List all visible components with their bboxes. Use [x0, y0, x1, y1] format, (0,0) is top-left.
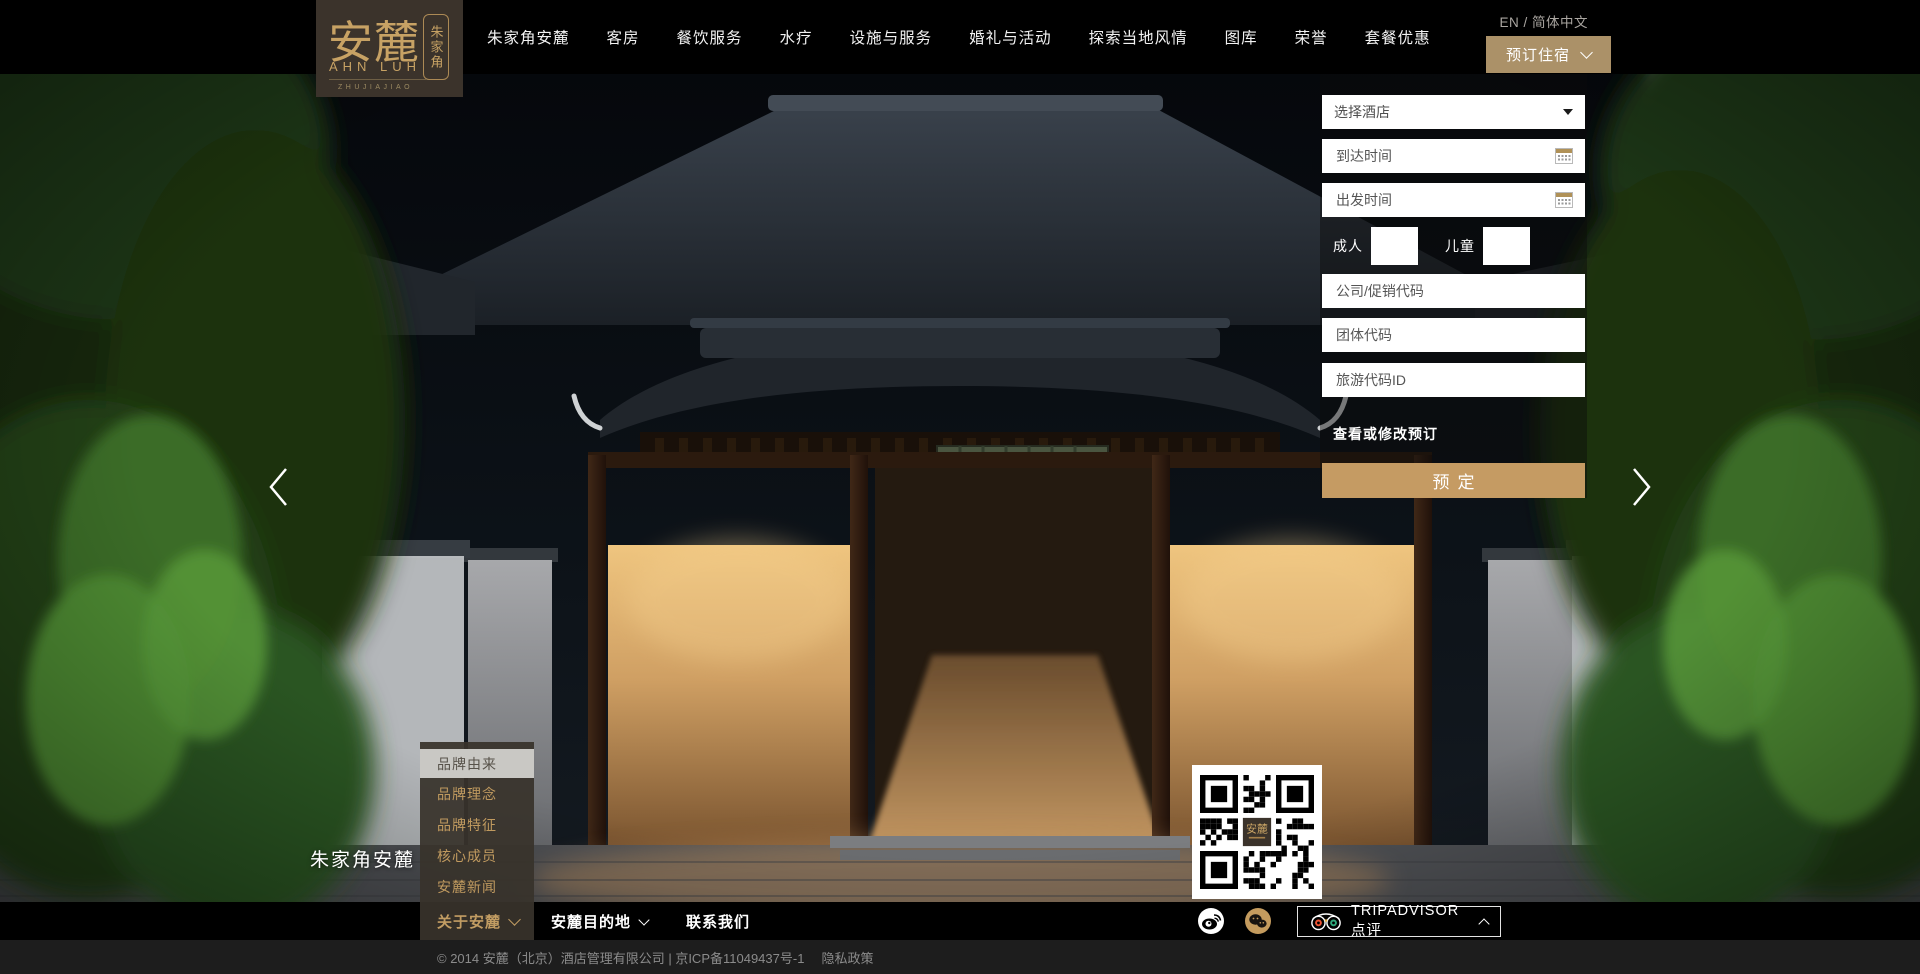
arrival-date-field[interactable]: [1322, 139, 1585, 173]
about-dropdown-menu: 品牌由来 品牌理念 品牌特征 核心成员 安麓新闻 关于安麓: [420, 742, 534, 940]
children-label: 儿童: [1445, 236, 1475, 256]
adults-label: 成人: [1333, 236, 1363, 256]
wechat-icon[interactable]: [1245, 908, 1271, 934]
menu-item-brand-features[interactable]: 品牌特征: [420, 809, 534, 840]
children-input[interactable]: [1483, 227, 1530, 265]
booking-panel: 选择酒店 成人 儿童: [1320, 74, 1587, 498]
hotel-select[interactable]: 选择酒店: [1322, 95, 1585, 129]
carousel-next-button[interactable]: [1630, 466, 1654, 508]
nav-item-weddings[interactable]: 婚礼与活动: [969, 26, 1052, 48]
modify-reservation-link[interactable]: 查看或修改预订: [1333, 424, 1438, 444]
group-code-input[interactable]: [1334, 326, 1573, 344]
logo-zhujiajiao-seal: 朱家角: [423, 14, 449, 80]
bottom-nav-contact[interactable]: 联系我们: [686, 902, 750, 940]
language-switcher[interactable]: EN / 简体中文: [1499, 11, 1588, 31]
chevron-down-icon: [508, 913, 521, 926]
footer-bar: © 2014 安麓（北京）酒店管理有限公司 | 京ICP备11049437号-1…: [0, 940, 1920, 974]
group-code-field[interactable]: [1322, 318, 1585, 352]
bottom-nav-destinations[interactable]: 安麓目的地: [551, 902, 648, 940]
travel-id-field[interactable]: [1322, 363, 1585, 397]
nav-item-awards[interactable]: 荣誉: [1295, 26, 1328, 48]
calendar-icon[interactable]: [1555, 148, 1573, 164]
tripadvisor-button[interactable]: TRIPADVISOR 点评: [1297, 906, 1501, 937]
logo-divider: [329, 79, 427, 80]
ahn-luh-logo[interactable]: 安麓 朱家角 AHN LUH ZHUJIAJIAO: [316, 0, 463, 97]
reserve-button[interactable]: 预定: [1322, 463, 1585, 498]
nav-item-hotel[interactable]: 朱家角安麓: [487, 26, 570, 48]
departure-date-input[interactable]: [1334, 191, 1555, 209]
chevron-up-icon: [1478, 918, 1489, 929]
privacy-policy-link[interactable]: 隐私政策: [821, 948, 873, 967]
logo-subtitle: ZHUJIAJIAO: [338, 84, 413, 91]
hotel-select-value: 选择酒店: [1334, 102, 1563, 122]
main-nav: 朱家角安麓 客房 餐饮服务 水疗 设施与服务 婚礼与活动 探索当地风情 图库 荣…: [487, 0, 1431, 74]
copyright-text: © 2014 安麓（北京）酒店管理有限公司 | 京ICP备11049437号-1: [437, 948, 804, 967]
bottom-nav-about[interactable]: 关于安麓: [420, 902, 534, 940]
chevron-down-icon: [1580, 46, 1593, 59]
chevron-down-icon: [638, 914, 649, 925]
nav-item-dining[interactable]: 餐饮服务: [677, 26, 743, 48]
logo-latin: AHN LUH: [329, 59, 421, 74]
wechat-qr-code: 安麓: [1192, 765, 1322, 899]
tripadvisor-owl-icon: [1310, 912, 1342, 931]
departure-date-field[interactable]: [1322, 183, 1585, 217]
promo-code-field[interactable]: [1322, 274, 1585, 308]
carousel-prev-button[interactable]: [266, 466, 290, 508]
slide-caption: 朱家角安麓: [310, 845, 415, 872]
menu-item-core-members[interactable]: 核心成员: [420, 840, 534, 871]
dropdown-triangle-icon[interactable]: [1563, 109, 1573, 115]
promo-code-input[interactable]: [1334, 282, 1573, 300]
adults-input[interactable]: [1371, 227, 1418, 265]
weibo-icon[interactable]: [1198, 908, 1224, 934]
travel-id-input[interactable]: [1334, 371, 1573, 389]
destinations-label: 安麓目的地: [551, 911, 631, 932]
nav-item-gallery[interactable]: 图库: [1225, 26, 1258, 48]
menu-item-news[interactable]: 安麓新闻: [420, 871, 534, 902]
tripadvisor-label: TRIPADVISOR 点评: [1351, 903, 1471, 940]
menu-item-brand-origin[interactable]: 品牌由来: [420, 749, 534, 778]
about-label: 关于安麓: [437, 911, 501, 932]
bottom-nav-bar: 安麓目的地 联系我们: [0, 902, 1920, 940]
nav-item-explore[interactable]: 探索当地风情: [1089, 26, 1188, 48]
book-stay-label: 预订住宿: [1506, 44, 1570, 65]
menu-item-brand-philosophy[interactable]: 品牌理念: [420, 778, 534, 809]
guests-row: 成人 儿童: [1322, 227, 1585, 265]
qr-pattern: 安麓: [1200, 775, 1314, 889]
arrival-date-input[interactable]: [1334, 147, 1555, 165]
contact-label: 联系我们: [686, 911, 750, 932]
nav-item-facilities[interactable]: 设施与服务: [850, 26, 933, 48]
book-stay-button[interactable]: 预订住宿: [1486, 36, 1611, 73]
nav-item-spa[interactable]: 水疗: [780, 26, 813, 48]
nav-item-offers[interactable]: 套餐优惠: [1365, 26, 1431, 48]
calendar-icon[interactable]: [1555, 192, 1573, 208]
qr-center-logo: 安麓: [1246, 822, 1268, 836]
nav-item-rooms[interactable]: 客房: [607, 26, 640, 48]
